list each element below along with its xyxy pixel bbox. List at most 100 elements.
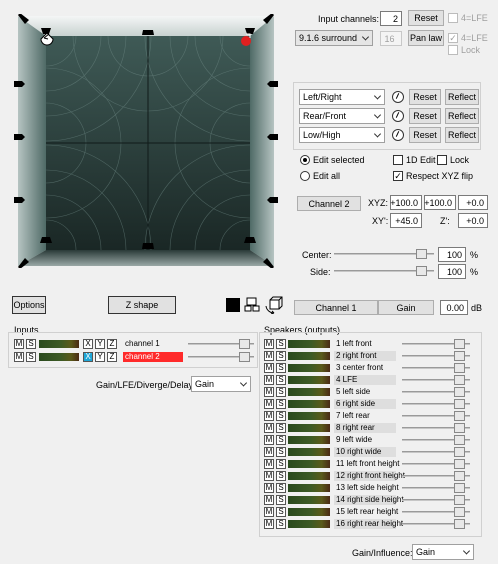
speaker-name[interactable]: 12 right front height: [334, 471, 405, 481]
gain-button[interactable]: Gain: [378, 300, 434, 315]
panner-canvas[interactable]: [14, 14, 278, 268]
x-field[interactable]: +100.0: [390, 195, 422, 210]
mute-button[interactable]: M: [264, 435, 274, 445]
slider-thumb[interactable]: [454, 363, 466, 373]
slider-thumb[interactable]: [454, 399, 466, 409]
solo-button[interactable]: S: [276, 411, 286, 421]
slider-thumb[interactable]: [454, 435, 466, 445]
mute-button[interactable]: M: [264, 363, 274, 373]
solo-button[interactable]: S: [276, 375, 286, 385]
slider-thumb[interactable]: [454, 459, 466, 469]
channel-1-button[interactable]: Channel 1: [294, 300, 378, 315]
solo-button[interactable]: S: [276, 519, 286, 529]
mute-button[interactable]: M: [264, 459, 274, 469]
speaker-gain-slider[interactable]: [402, 435, 470, 445]
speaker-gain-slider[interactable]: [402, 339, 470, 349]
xyz-toggle-x[interactable]: X: [83, 352, 93, 362]
slider-thumb[interactable]: [454, 375, 466, 385]
one-d-edit-checkbox[interactable]: 1D Edit: [393, 155, 436, 165]
axis-reset-button[interactable]: Reset: [409, 127, 441, 143]
solo-button[interactable]: S: [276, 459, 286, 469]
edit-selected-radio-dot[interactable]: [300, 155, 310, 165]
xyz-toggle-z[interactable]: Z: [107, 352, 117, 362]
z-field[interactable]: +0.0: [458, 195, 488, 210]
speaker-gain-slider[interactable]: [402, 447, 470, 457]
mute-button[interactable]: M: [264, 447, 274, 457]
reset-channels-button[interactable]: Reset: [408, 10, 444, 26]
axis-select[interactable]: Rear/Front: [299, 108, 385, 124]
slider-thumb[interactable]: [454, 519, 466, 529]
mute-button[interactable]: M: [264, 507, 274, 517]
speaker-gain-slider[interactable]: [402, 507, 470, 517]
knob-icon[interactable]: [392, 91, 404, 103]
slider-thumb[interactable]: [454, 339, 466, 349]
mute-button[interactable]: M: [264, 351, 274, 361]
panner-area[interactable]: [14, 14, 278, 268]
axis-reset-button[interactable]: Reset: [409, 108, 441, 124]
input-gain-slider[interactable]: [188, 339, 254, 349]
solo-button[interactable]: S: [276, 435, 286, 445]
speaker-gain-slider[interactable]: [402, 519, 470, 529]
axis-select[interactable]: Low/High: [299, 127, 385, 143]
gain-mode-select[interactable]: Gain: [191, 376, 251, 392]
mute-button[interactable]: M: [264, 411, 274, 421]
solo-button[interactable]: S: [276, 447, 286, 457]
speaker-gain-slider[interactable]: [402, 495, 470, 505]
solo-button[interactable]: S: [276, 363, 286, 373]
input-channel-name[interactable]: channel 1: [123, 339, 183, 349]
speaker-gain-slider[interactable]: [402, 363, 470, 373]
speaker-gain-slider[interactable]: [402, 375, 470, 385]
slider-thumb[interactable]: [454, 447, 466, 457]
axis-select[interactable]: Left/Right: [299, 89, 385, 105]
solo-button[interactable]: S: [276, 339, 286, 349]
speaker-name[interactable]: 6 right side: [334, 399, 396, 409]
slider-thumb[interactable]: [454, 423, 466, 433]
influence-select[interactable]: Gain: [412, 544, 474, 560]
channel-2-button[interactable]: Channel 2: [297, 196, 361, 211]
input-channel-name[interactable]: channel 2: [123, 352, 183, 362]
edit-all-radio[interactable]: Edit all: [300, 171, 340, 181]
slider-thumb[interactable]: [238, 339, 250, 349]
speaker-name[interactable]: 11 left front height: [334, 459, 399, 469]
xyz-toggle-x[interactable]: X: [83, 339, 93, 349]
speaker-name[interactable]: 2 right front: [334, 351, 396, 361]
speaker-name[interactable]: 3 center front: [334, 363, 396, 373]
xyz-toggle-y[interactable]: Y: [95, 352, 105, 362]
zp-field[interactable]: +0.0: [458, 213, 488, 228]
one-d-edit-box[interactable]: [393, 155, 403, 165]
xyp-field[interactable]: +45.0: [390, 213, 422, 228]
center-slider[interactable]: [334, 249, 434, 259]
axis-reflect-button[interactable]: Reflect: [445, 108, 479, 124]
lock-top-checkbox-box[interactable]: [448, 45, 458, 55]
speaker-name[interactable]: 14 right side height: [334, 495, 404, 505]
knob-icon[interactable]: [392, 129, 404, 141]
knob-icon[interactable]: [392, 110, 404, 122]
speaker-gain-slider[interactable]: [402, 483, 470, 493]
speaker-name[interactable]: 5 left side: [334, 387, 396, 397]
side-slider-thumb[interactable]: [415, 266, 427, 276]
z-shape-button[interactable]: Z shape: [108, 296, 176, 314]
axis-reflect-button[interactable]: Reflect: [445, 127, 479, 143]
mute-button[interactable]: M: [264, 339, 274, 349]
speaker-gain-slider[interactable]: [402, 471, 470, 481]
speaker-gain-slider[interactable]: [402, 351, 470, 361]
lfe2-checkbox[interactable]: ✓ 4=LFE: [448, 33, 488, 43]
speaker-name[interactable]: 15 left rear height: [334, 507, 398, 517]
black-square-icon[interactable]: [226, 298, 240, 312]
mute-button[interactable]: M: [264, 387, 274, 397]
lfe2-checkbox-box[interactable]: ✓: [448, 33, 458, 43]
speaker-name[interactable]: 10 right wide: [334, 447, 396, 457]
center-slider-thumb[interactable]: [415, 249, 427, 259]
respect-flip-box[interactable]: ✓: [393, 171, 403, 181]
speaker-name[interactable]: 9 left wide: [334, 435, 396, 445]
mute-button[interactable]: M: [264, 423, 274, 433]
solo-button[interactable]: S: [276, 495, 286, 505]
lock-checkbox[interactable]: Lock: [437, 155, 469, 165]
layout-select[interactable]: 9.1.6 surround: [295, 30, 373, 46]
input-channels-field[interactable]: 2: [380, 11, 402, 26]
rotate-cube-icon[interactable]: [265, 296, 285, 314]
axis-reflect-button[interactable]: Reflect: [445, 89, 479, 105]
solo-button[interactable]: S: [26, 339, 36, 349]
speaker-gain-slider[interactable]: [402, 411, 470, 421]
slider-thumb[interactable]: [454, 507, 466, 517]
